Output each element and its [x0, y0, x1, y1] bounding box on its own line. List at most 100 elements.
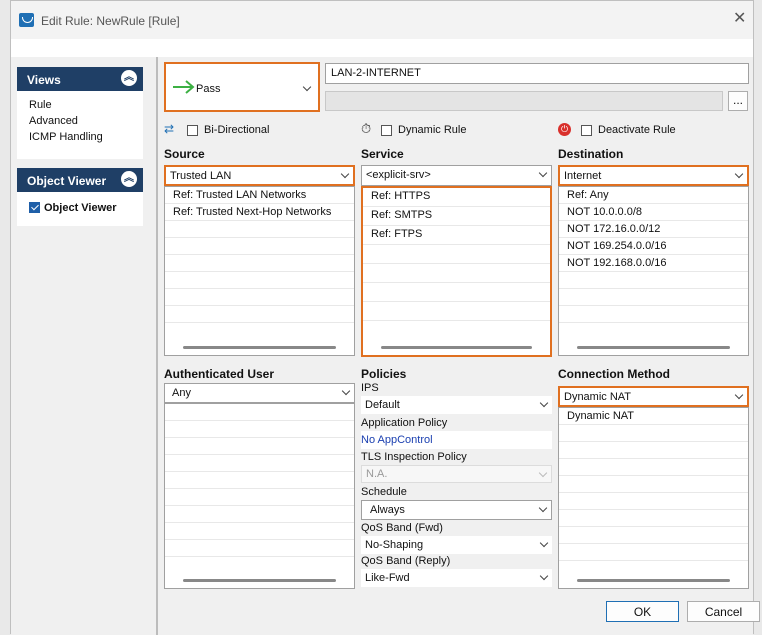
ips-select[interactable]: Default: [361, 396, 552, 414]
qos-fwd-select[interactable]: No-Shaping: [361, 536, 552, 554]
list-item: [559, 510, 748, 527]
schedule-select[interactable]: Always: [361, 500, 552, 520]
source-list[interactable]: Ref: Trusted LAN Networks Ref: Trusted N…: [164, 186, 355, 356]
authenticated-user-list[interactable]: [164, 403, 355, 589]
ok-button[interactable]: OK: [606, 601, 679, 622]
chevron-down-icon: [341, 386, 351, 396]
dynamic-rule-label: Dynamic Rule: [398, 124, 467, 136]
bi-directional-option[interactable]: ⇄ Bi-Directional: [164, 122, 284, 139]
dynamic-rule-option[interactable]: ⏱ Dynamic Rule: [361, 121, 481, 139]
list-item[interactable]: Ref: SMTPS: [363, 207, 550, 226]
edit-rule-dialog: Edit Rule: NewRule [Rule] ✕ Views ︽ Rule…: [10, 0, 760, 635]
list-item: [165, 238, 354, 255]
close-icon[interactable]: ✕: [733, 11, 746, 27]
list-item[interactable]: Ref: Trusted Next-Hop Networks: [165, 204, 354, 221]
service-select[interactable]: <explicit-srv>: [361, 165, 552, 186]
nav-item-advanced[interactable]: Advanced: [17, 113, 143, 129]
object-viewer-panel: Object Viewer: [17, 192, 143, 226]
list-item[interactable]: Ref: FTPS: [363, 226, 550, 245]
pass-arrow-icon: [173, 80, 195, 94]
list-item: [165, 540, 354, 557]
chevron-down-icon: [734, 390, 744, 400]
timer-icon: ⏱: [361, 121, 372, 136]
connection-method-value: Dynamic NAT: [564, 391, 632, 403]
list-item: [165, 221, 354, 238]
nav-item-rule[interactable]: Rule: [17, 97, 143, 113]
application-policy-link[interactable]: No AppControl: [361, 431, 552, 449]
horizontal-scrollbar[interactable]: [183, 346, 336, 349]
list-item: [363, 302, 550, 321]
horizontal-scrollbar[interactable]: [577, 346, 730, 349]
collapse-object-viewer-icon[interactable]: ︽: [121, 171, 137, 187]
list-item[interactable]: NOT 172.16.0.0/12: [559, 221, 748, 238]
list-item[interactable]: Dynamic NAT: [559, 408, 748, 425]
list-item: [165, 289, 354, 306]
horizontal-scrollbar[interactable]: [381, 346, 532, 349]
list-item: [559, 289, 748, 306]
ips-label: IPS: [361, 382, 379, 394]
list-item[interactable]: NOT 192.168.0.0/16: [559, 255, 748, 272]
collapse-views-icon[interactable]: ︽: [121, 70, 137, 86]
chevron-down-icon: [539, 398, 549, 408]
service-list[interactable]: Ref: HTTPS Ref: SMTPS Ref: FTPS: [361, 186, 552, 357]
destination-label: Destination: [558, 147, 624, 161]
schedule-value: Always: [370, 504, 405, 516]
list-item: [165, 438, 354, 455]
dynamic-rule-checkbox[interactable]: [381, 125, 392, 136]
list-item: [165, 272, 354, 289]
schedule-label: Schedule: [361, 486, 407, 498]
list-item[interactable]: Ref: HTTPS: [363, 188, 550, 207]
tls-inspection-label: TLS Inspection Policy: [361, 451, 467, 463]
qos-fwd-value: No-Shaping: [365, 539, 424, 551]
list-item: [165, 489, 354, 506]
destination-select[interactable]: Internet: [558, 165, 749, 186]
deactivate-rule-checkbox[interactable]: [581, 125, 592, 136]
app-icon: [19, 13, 34, 27]
views-header[interactable]: Views ︽: [17, 67, 143, 91]
object-viewer-checkbox[interactable]: [29, 202, 40, 213]
nav-item-icmp-handling[interactable]: ICMP Handling: [17, 129, 143, 145]
policies-label: Policies: [361, 367, 407, 381]
window-title: Edit Rule: NewRule [Rule]: [41, 14, 180, 28]
authenticated-user-value: Any: [172, 387, 191, 399]
cancel-button[interactable]: Cancel: [687, 601, 760, 622]
horizontal-scrollbar[interactable]: [183, 579, 336, 582]
bi-directional-checkbox[interactable]: [187, 125, 198, 136]
object-viewer-header[interactable]: Object Viewer ︽: [17, 168, 143, 192]
ips-value: Default: [365, 399, 400, 411]
authenticated-user-select[interactable]: Any: [164, 383, 355, 403]
power-icon: ⏻: [558, 123, 571, 136]
connection-method-select[interactable]: Dynamic NAT: [558, 386, 749, 407]
rule-name-field[interactable]: LAN-2-INTERNET: [325, 63, 749, 84]
list-item[interactable]: NOT 10.0.0.0/8: [559, 204, 748, 221]
tls-inspection-select[interactable]: N.A.: [361, 465, 552, 483]
qos-reply-select[interactable]: Like-Fwd: [361, 569, 552, 587]
chevron-down-icon: [538, 468, 548, 478]
list-item: [363, 245, 550, 264]
sidebar: Views ︽ Rule Advanced ICMP Handling Obje…: [17, 67, 145, 607]
deactivate-rule-option[interactable]: ⏻ Deactivate Rule: [558, 123, 698, 139]
bi-directional-icon: ⇄: [164, 122, 175, 136]
list-item: [559, 442, 748, 459]
title-bar: Edit Rule: NewRule [Rule] ✕: [11, 1, 753, 39]
connection-method-list[interactable]: Dynamic NAT: [558, 407, 749, 589]
list-item: [165, 421, 354, 438]
chevron-down-icon: [538, 503, 548, 513]
list-item[interactable]: Ref: Any: [559, 187, 748, 204]
source-select[interactable]: Trusted LAN: [164, 165, 355, 186]
rule-description-field[interactable]: [325, 91, 723, 111]
deactivate-rule-label: Deactivate Rule: [598, 124, 676, 136]
list-item[interactable]: NOT 169.254.0.0/16: [559, 238, 748, 255]
service-value: <explicit-srv>: [366, 169, 431, 181]
list-item[interactable]: Ref: Trusted LAN Networks: [165, 187, 354, 204]
action-select[interactable]: Pass: [164, 62, 320, 112]
object-viewer-toggle[interactable]: Object Viewer: [17, 200, 143, 216]
views-header-label: Views: [27, 73, 61, 87]
destination-list[interactable]: Ref: Any NOT 10.0.0.0/8 NOT 172.16.0.0/1…: [558, 186, 749, 356]
horizontal-scrollbar[interactable]: [577, 579, 730, 582]
chevron-down-icon: [539, 571, 549, 581]
rule-editor: Pass LAN-2-INTERNET ... ⇄ Bi-Directional…: [158, 57, 760, 635]
list-item: [559, 272, 748, 289]
more-button[interactable]: ...: [728, 91, 748, 111]
connection-method-label: Connection Method: [558, 367, 670, 381]
